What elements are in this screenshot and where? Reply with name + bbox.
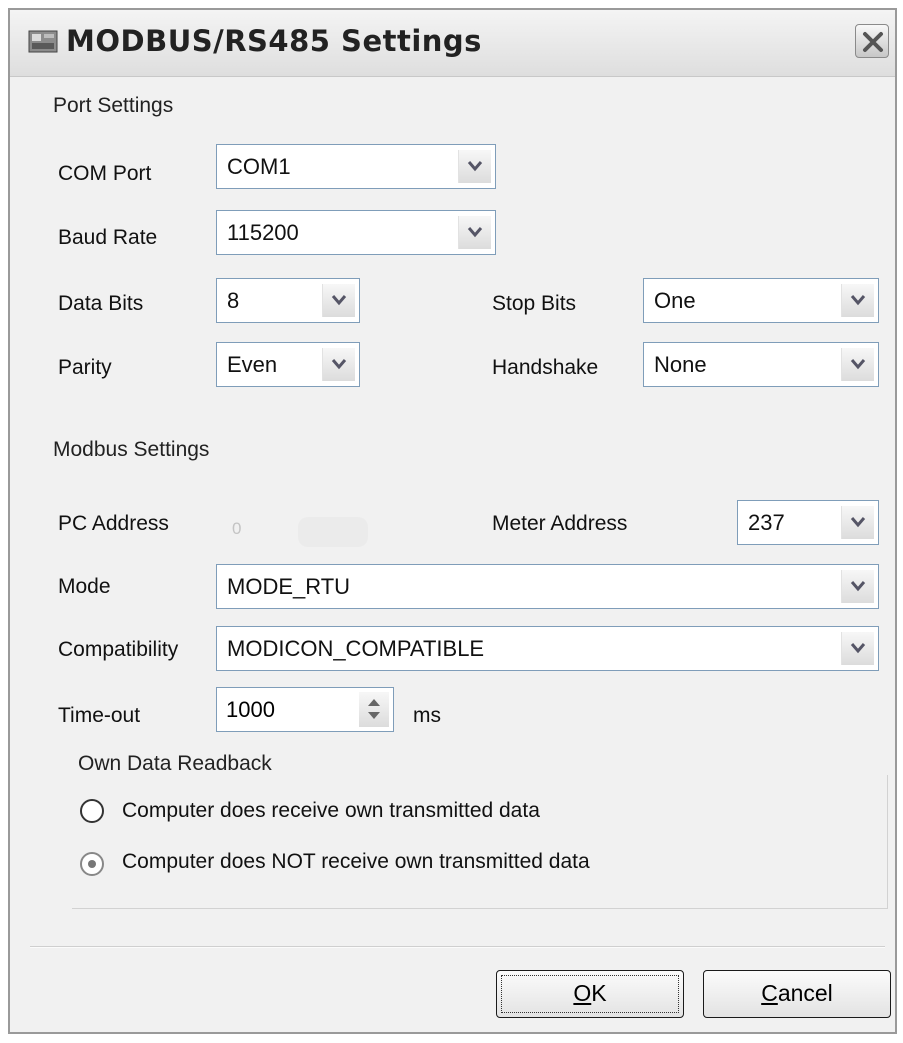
radio-receive-own-data-label[interactable]: Computer does receive own transmitted da… (122, 799, 540, 823)
pc-address-disabled-box (298, 517, 368, 547)
data-bits-value: 8 (227, 288, 240, 313)
stop-bits-label: Stop Bits (492, 292, 577, 315)
stop-bits-select[interactable]: One (643, 278, 879, 323)
timeout-label: Time-out (58, 704, 141, 727)
data-bits-label: Data Bits (58, 292, 144, 315)
close-icon (863, 32, 883, 52)
spinner-arrows-icon[interactable] (359, 692, 389, 727)
handshake-label: Handshake (492, 356, 599, 379)
handshake-value: None (654, 352, 707, 377)
timeout-spinner[interactable]: 1000 (216, 687, 394, 732)
ok-mnemonic: O (573, 980, 592, 1006)
baud-rate-select[interactable]: 115200 (216, 210, 496, 255)
chevron-down-icon[interactable] (841, 506, 874, 539)
mode-value: MODE_RTU (227, 574, 351, 599)
port-settings-heading: Port Settings (53, 94, 174, 117)
com-port-value: COM1 (227, 154, 291, 179)
mode-label: Mode (58, 575, 111, 598)
compatibility-select[interactable]: MODICON_COMPATIBLE (216, 626, 879, 671)
settings-dialog: MODBUS/RS485 Settings Port Settings COM … (8, 8, 897, 1034)
readback-groupbox (72, 775, 888, 909)
mode-select[interactable]: MODE_RTU (216, 564, 879, 609)
chevron-down-icon[interactable] (841, 632, 874, 665)
ok-label-rest: K (591, 980, 607, 1006)
cancel-mnemonic: C (761, 980, 778, 1006)
ok-button[interactable]: OK (496, 970, 684, 1018)
readback-heading: Own Data Readback (78, 752, 272, 775)
meter-address-select[interactable]: 237 (737, 500, 879, 545)
com-port-select[interactable]: COM1 (216, 144, 496, 189)
timeout-unit: ms (413, 704, 441, 727)
cancel-label-rest: ancel (777, 980, 833, 1006)
chevron-down-icon[interactable] (841, 570, 874, 603)
radio-not-receive-own-data[interactable] (80, 852, 104, 876)
radio-receive-own-data[interactable] (80, 799, 104, 823)
chevron-down-icon[interactable] (322, 348, 355, 381)
chevron-down-icon[interactable] (458, 216, 491, 249)
pc-address-value: 0 (232, 519, 242, 538)
data-bits-select[interactable]: 8 (216, 278, 360, 323)
chevron-down-icon[interactable] (841, 284, 874, 317)
app-icon (28, 28, 58, 54)
stop-bits-value: One (654, 288, 696, 313)
baud-rate-label: Baud Rate (58, 226, 158, 249)
modbus-settings-heading: Modbus Settings (53, 438, 210, 461)
chevron-down-icon[interactable] (322, 284, 355, 317)
pc-address-field: 0 (220, 513, 370, 549)
title-bar[interactable]: MODBUS/RS485 Settings (10, 10, 895, 77)
handshake-select[interactable]: None (643, 342, 879, 387)
parity-label: Parity (58, 356, 112, 379)
cancel-button[interactable]: Cancel (703, 970, 891, 1018)
pc-address-label: PC Address (58, 512, 169, 535)
compatibility-value: MODICON_COMPATIBLE (227, 636, 485, 661)
chevron-down-icon[interactable] (458, 150, 491, 183)
meter-address-value: 237 (748, 510, 785, 535)
parity-select[interactable]: Even (216, 342, 360, 387)
footer-separator (30, 946, 885, 948)
baud-rate-value: 115200 (227, 220, 299, 245)
com-port-label: COM Port (58, 162, 152, 185)
parity-value: Even (227, 352, 278, 377)
meter-address-label: Meter Address (492, 512, 628, 535)
compatibility-label: Compatibility (58, 638, 179, 661)
timeout-value: 1000 (226, 697, 275, 722)
radio-not-receive-own-data-label[interactable]: Computer does NOT receive own transmitte… (122, 850, 590, 874)
chevron-down-icon[interactable] (841, 348, 874, 381)
window-title: MODBUS/RS485 Settings (66, 24, 482, 58)
close-button[interactable] (855, 24, 889, 58)
